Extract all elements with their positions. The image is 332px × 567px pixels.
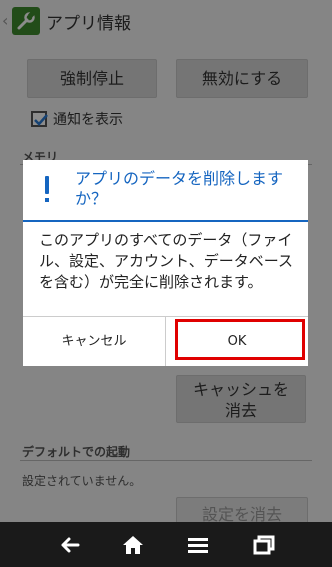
ok-button-highlight (175, 319, 305, 360)
navigation-bar (0, 522, 332, 567)
dialog-message: このアプリのすべてのデータ（ファイル、設定、アカウント、データベースを含む）が完… (39, 231, 293, 291)
exclamation-icon (43, 176, 51, 206)
menu-icon[interactable] (183, 530, 213, 560)
back-icon[interactable] (55, 530, 85, 560)
cancel-button[interactable]: キャンセル (23, 317, 165, 366)
dialog-header: アプリのデータを削除しますか？ (23, 160, 308, 218)
dialog-title: アプリのデータを削除しますか？ (75, 169, 284, 208)
home-icon[interactable] (118, 530, 148, 560)
app-info-screen: ‹ アプリ情報 強制停止 無効にする 通知を表示 メモリ キャッシュを 消去 デ… (0, 0, 332, 567)
recent-apps-icon[interactable] (248, 530, 278, 560)
dialog-title-divider (23, 220, 308, 222)
